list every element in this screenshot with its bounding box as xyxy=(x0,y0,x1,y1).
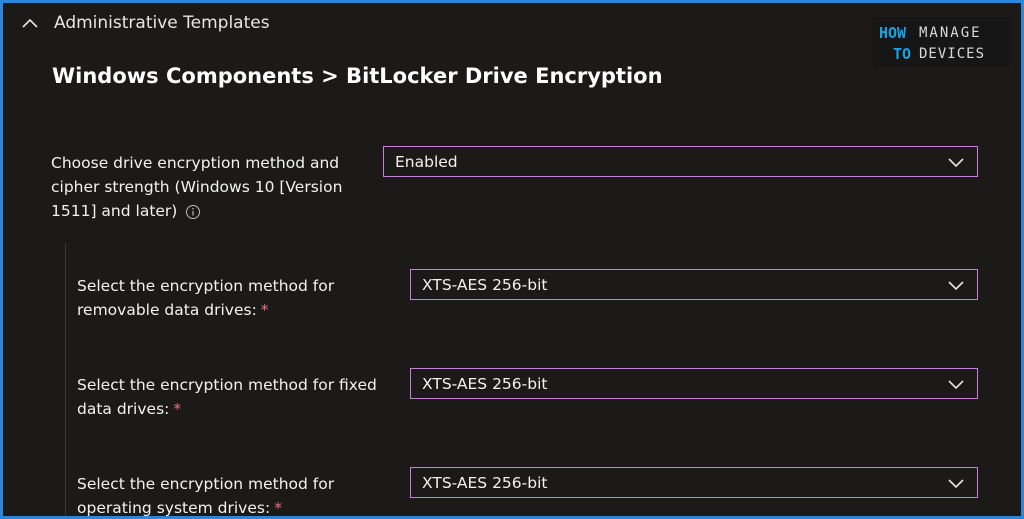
section-header-administrative-templates[interactable]: Administrative Templates xyxy=(21,13,270,33)
fixed-drives-dropdown[interactable]: XTS-AES 256-bit xyxy=(410,368,978,399)
label-line-required: data drives: * xyxy=(77,397,377,421)
setting-label-cipher-strength: Choose drive encryption method and ciphe… xyxy=(51,151,342,223)
label-line: Select the encryption method for fixed xyxy=(77,376,377,394)
logo-how: HOW xyxy=(879,24,907,42)
indent-guide xyxy=(65,243,66,516)
required-asterisk: * xyxy=(173,400,182,418)
logo-to: TO xyxy=(893,45,911,63)
label-line: Select the encryption method for xyxy=(77,277,335,295)
dropdown-value: XTS-AES 256-bit xyxy=(422,374,548,393)
label-line: 1511] and later) xyxy=(51,202,178,220)
chevron-down-icon xyxy=(948,157,964,167)
window-frame: Administrative Templates Windows Compone… xyxy=(0,0,1024,519)
setting-label-os-drives: Select the encryption method for operati… xyxy=(77,472,335,517)
label-line: cipher strength (Windows 10 [Version xyxy=(51,178,343,196)
logo-manage: MANAGE xyxy=(919,25,982,41)
label-line: data drives: xyxy=(77,400,170,418)
removable-drives-dropdown[interactable]: XTS-AES 256-bit xyxy=(410,269,978,300)
info-icon[interactable] xyxy=(185,204,201,220)
logo-devices: DEVICES xyxy=(919,46,985,62)
dropdown-value: Enabled xyxy=(395,152,458,171)
label-line: Select the encryption method for xyxy=(77,475,335,493)
dropdown-value: XTS-AES 256-bit xyxy=(422,473,548,492)
section-title: Administrative Templates xyxy=(54,13,270,33)
label-line-required: removable data drives: * xyxy=(77,298,334,322)
setting-label-removable-drives: Select the encryption method for removab… xyxy=(77,274,334,322)
howtomanagedevices-logo: HOW TO MANAGE DEVICES xyxy=(873,17,1009,67)
chevron-up-icon[interactable] xyxy=(21,16,39,30)
cipher-strength-dropdown[interactable]: Enabled xyxy=(383,146,978,177)
label-line: operating system drives: xyxy=(77,499,271,517)
required-asterisk: * xyxy=(260,301,269,319)
setting-label-fixed-drives: Select the encryption method for fixed d… xyxy=(77,373,377,421)
chevron-down-icon xyxy=(948,280,964,290)
label-line-with-icon: 1511] and later) xyxy=(51,199,342,223)
os-drives-dropdown[interactable]: XTS-AES 256-bit xyxy=(410,467,978,498)
dropdown-value: XTS-AES 256-bit xyxy=(422,275,548,294)
page-title: Windows Components > BitLocker Drive Enc… xyxy=(52,64,663,88)
label-line-required: operating system drives: * xyxy=(77,496,334,517)
chevron-down-icon xyxy=(948,478,964,488)
label-line: removable data drives: xyxy=(77,301,257,319)
chevron-down-icon xyxy=(948,379,964,389)
label-line: Choose drive encryption method and xyxy=(51,154,340,172)
required-asterisk: * xyxy=(274,499,282,517)
